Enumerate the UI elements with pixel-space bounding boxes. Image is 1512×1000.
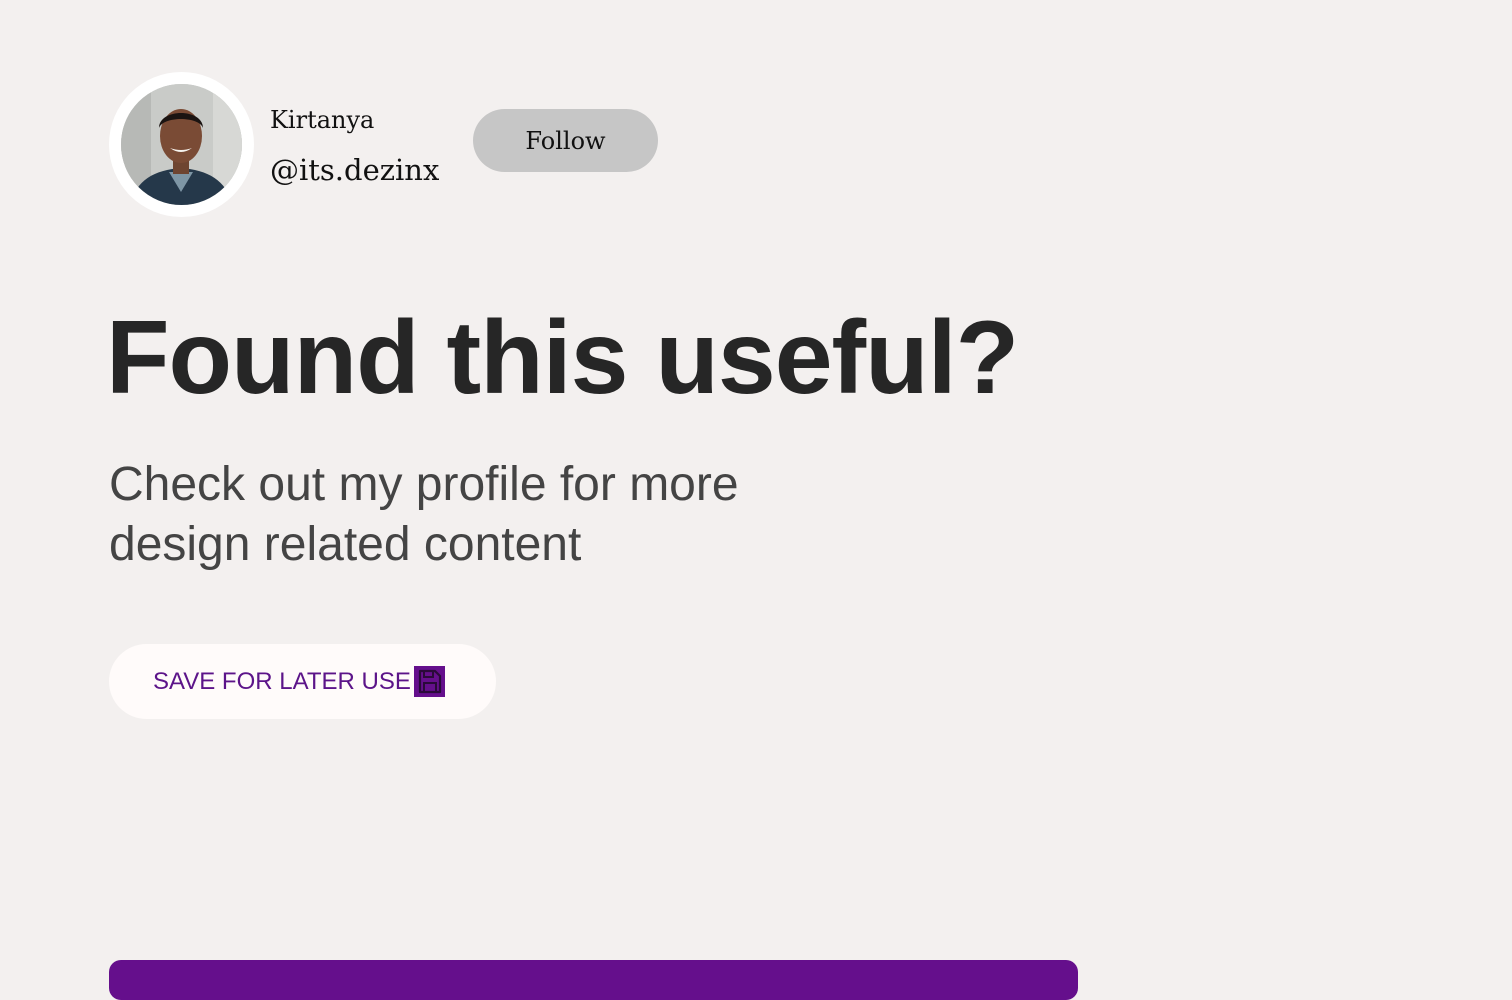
subtext: Check out my profile for more design rel… xyxy=(109,458,739,571)
avatar[interactable] xyxy=(121,84,242,205)
profile-handle[interactable]: @its.dezinx xyxy=(270,153,439,187)
avatar-ring[interactable] xyxy=(109,72,254,217)
follow-button[interactable]: Follow xyxy=(473,109,658,172)
save-button-label: SAVE FOR LATER USE xyxy=(153,668,411,695)
floppy-disk-icon xyxy=(414,666,445,697)
headline: Found this useful? xyxy=(106,300,1019,416)
display-name: Kirtanya xyxy=(270,106,375,134)
avatar-photo xyxy=(121,84,242,205)
save-for-later-button[interactable]: SAVE FOR LATER USE xyxy=(109,644,496,719)
bottom-accent-bar xyxy=(109,960,1078,1000)
